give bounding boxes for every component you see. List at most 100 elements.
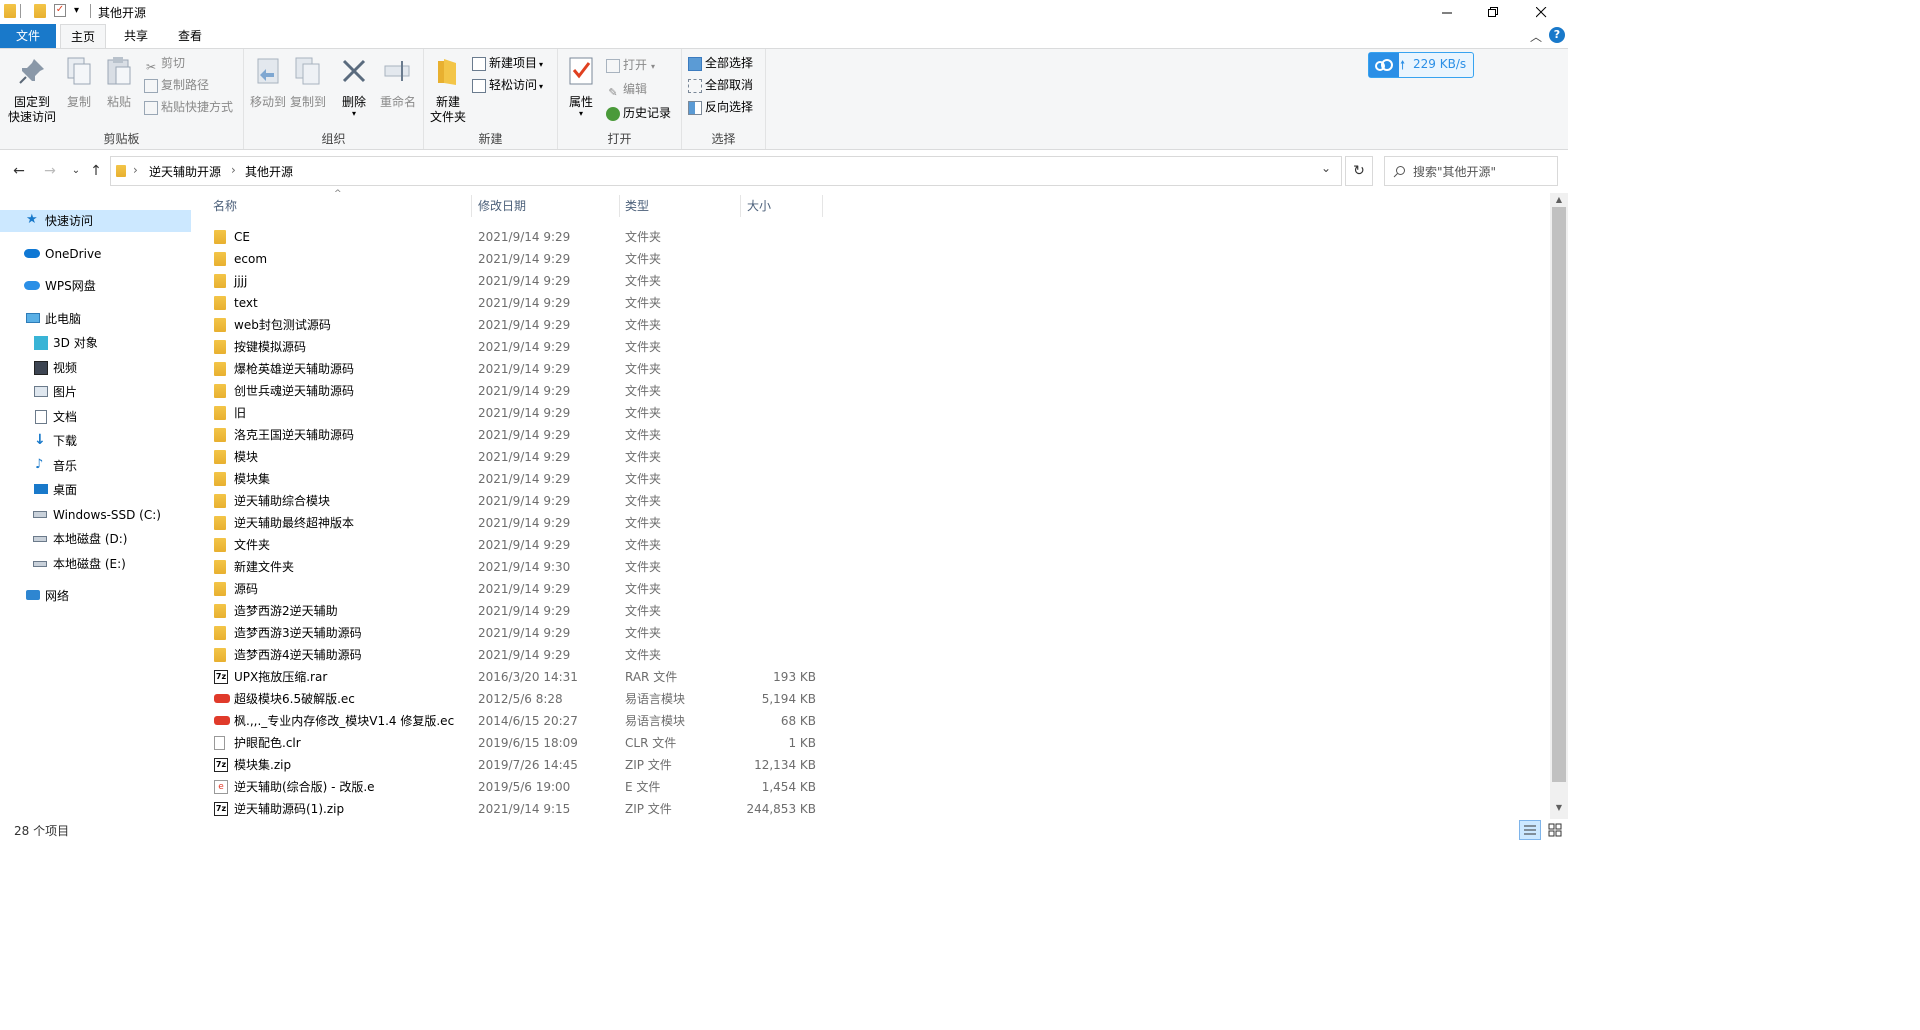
file-row[interactable]: text 2021/9/14 9:29 文件夹: [200, 292, 830, 314]
search-box[interactable]: [1384, 156, 1558, 186]
open-button[interactable]: 打开 ▾: [606, 55, 655, 75]
paste-button[interactable]: 粘贴: [102, 53, 136, 110]
tab-share[interactable]: 共享: [112, 24, 160, 48]
nav-item-network[interactable]: 网络: [0, 585, 191, 607]
file-row[interactable]: jjjj 2021/9/14 9:29 文件夹: [200, 270, 830, 292]
up-button[interactable]: ↑: [86, 161, 106, 181]
column-divider[interactable]: [740, 195, 741, 217]
column-divider[interactable]: [471, 195, 472, 217]
pin-quick-access-button[interactable]: 固定到 快速访问: [4, 53, 60, 125]
new-folder-button[interactable]: 新建 文件夹: [426, 53, 470, 125]
tab-file[interactable]: 文件: [0, 24, 56, 48]
file-row[interactable]: 文件夹 2021/9/14 9:29 文件夹: [200, 534, 830, 556]
file-row[interactable]: 造梦西游3逆天辅助源码 2021/9/14 9:29 文件夹: [200, 622, 830, 644]
help-icon[interactable]: ?: [1549, 27, 1565, 43]
network-speed-widget[interactable]: 🠕 229 KB/s: [1368, 52, 1474, 78]
column-header-size[interactable]: 大小: [747, 195, 817, 217]
file-row[interactable]: 模块 2021/9/14 9:29 文件夹: [200, 446, 830, 468]
edit-button[interactable]: ✎ 编辑: [606, 79, 647, 99]
nav-item-desktop[interactable]: 桌面: [0, 479, 191, 501]
file-row[interactable]: 爆枪英雄逆天辅助源码 2021/9/14 9:29 文件夹: [200, 358, 830, 380]
select-all-button[interactable]: 全部选择: [688, 53, 753, 73]
file-row[interactable]: 造梦西游4逆天辅助源码 2021/9/14 9:29 文件夹: [200, 644, 830, 666]
minimize-button[interactable]: [1424, 0, 1470, 24]
search-input[interactable]: [1411, 161, 1555, 183]
properties-qat-icon[interactable]: ✓: [54, 4, 66, 17]
easy-access-button[interactable]: 轻松访问 ▾: [472, 75, 543, 95]
nav-item-music[interactable]: ♪ 音乐: [0, 455, 191, 477]
nav-item-downloads[interactable]: ↓ 下载: [0, 430, 191, 452]
copy-to-icon: [295, 57, 320, 85]
recent-locations-button[interactable]: ⌄: [66, 161, 86, 181]
nav-item-documents[interactable]: 文档: [0, 406, 191, 428]
nav-item-onedrive[interactable]: OneDrive: [0, 243, 191, 265]
nav-item-drive-c[interactable]: Windows-SSD (C:): [0, 504, 191, 526]
rename-button[interactable]: 重命名: [376, 53, 420, 110]
cut-button[interactable]: ✂ 剪切: [144, 53, 185, 74]
file-row[interactable]: e 逆天辅助(综合版) - 改版.e 2019/5/6 19:00 E 文件 1,454…: [200, 776, 830, 798]
address-dropdown-icon[interactable]: ⌄: [1321, 161, 1331, 175]
file-row[interactable]: 按键模拟源码 2021/9/14 9:29 文件夹: [200, 336, 830, 358]
restore-button[interactable]: [1470, 0, 1516, 24]
address-bar[interactable]: › 逆天辅助开源 › 其他开源 ⌄: [110, 156, 1342, 186]
scroll-down-icon[interactable]: ▼: [1550, 801, 1568, 815]
file-row[interactable]: 洛克王国逆天辅助源码 2021/9/14 9:29 文件夹: [200, 424, 830, 446]
file-row[interactable]: 逆天辅助最终超神版本 2021/9/14 9:29 文件夹: [200, 512, 830, 534]
nav-item-pictures[interactable]: 图片: [0, 381, 191, 403]
file-row[interactable]: 旧 2021/9/14 9:29 文件夹: [200, 402, 830, 424]
move-to-button[interactable]: 移动到: [248, 53, 288, 110]
file-row[interactable]: 模块集 2021/9/14 9:29 文件夹: [200, 468, 830, 490]
nav-item-wps[interactable]: WPS网盘: [0, 275, 191, 297]
forward-button[interactable]: →: [40, 161, 60, 181]
tab-home[interactable]: 主页: [60, 24, 106, 48]
nav-item-videos[interactable]: 视频: [0, 357, 191, 379]
file-row[interactable]: 枫.,,._专业内存修改_模块V1.4 修复版.ec 2014/6/15 20:2…: [200, 710, 830, 732]
copy-to-button[interactable]: 复制到: [288, 53, 328, 110]
copy-path-button[interactable]: 复制路径: [144, 75, 209, 95]
file-row[interactable]: CE 2021/9/14 9:29 文件夹: [200, 226, 830, 248]
column-header-date[interactable]: 修改日期: [478, 195, 618, 217]
file-row[interactable]: 7z UPX拖放压缩.rar 2016/3/20 14:31 RAR 文件 193 KB: [200, 666, 830, 688]
details-view-button[interactable]: [1519, 820, 1541, 840]
qat-dropdown-icon[interactable]: ▾: [74, 5, 79, 16]
breadcrumb-item[interactable]: 其他开源: [245, 163, 293, 180]
scroll-up-icon[interactable]: ▲: [1550, 193, 1568, 207]
nav-item-drive-e[interactable]: 本地磁盘 (E:): [0, 553, 191, 575]
properties-button[interactable]: 属性 ▾: [564, 53, 598, 118]
file-row[interactable]: 创世兵魂逆天辅助源码 2021/9/14 9:29 文件夹: [200, 380, 830, 402]
close-button[interactable]: [1518, 0, 1564, 24]
file-row[interactable]: 7z 逆天辅助源码(1).zip 2021/9/14 9:15 ZIP 文件 244,8…: [200, 798, 830, 820]
history-button[interactable]: 历史记录: [606, 103, 671, 123]
nav-item-quick-access[interactable]: ★ 快速访问: [0, 210, 191, 232]
refresh-button[interactable]: ↻: [1345, 156, 1373, 186]
nav-item-drive-d[interactable]: 本地磁盘 (D:): [0, 528, 191, 550]
file-row[interactable]: 超级模块6.5破解版.ec 2012/5/6 8:28 易语言模块 5,194 KB: [200, 688, 830, 710]
tab-view[interactable]: 查看: [166, 24, 214, 48]
file-row[interactable]: 新建文件夹 2021/9/14 9:30 文件夹: [200, 556, 830, 578]
file-row[interactable]: web封包测试源码 2021/9/14 9:29 文件夹: [200, 314, 830, 336]
breadcrumb-item[interactable]: 逆天辅助开源: [149, 163, 221, 180]
file-row[interactable]: 源码 2021/9/14 9:29 文件夹: [200, 578, 830, 600]
large-icons-view-button[interactable]: [1545, 820, 1565, 840]
back-button[interactable]: ←: [9, 161, 29, 181]
nav-item-3d-objects[interactable]: 3D 对象: [0, 332, 191, 354]
select-none-button[interactable]: 全部取消: [688, 75, 753, 95]
file-row[interactable]: ecom 2021/9/14 9:29 文件夹: [200, 248, 830, 270]
file-row[interactable]: 护眼配色.clr 2019/6/15 18:09 CLR 文件 1 KB: [200, 732, 830, 754]
delete-button[interactable]: 删除 ▾: [336, 53, 372, 118]
copy-button[interactable]: 复制: [62, 53, 96, 110]
new-item-button[interactable]: 新建项目 ▾: [472, 53, 543, 73]
file-row[interactable]: 造梦西游2逆天辅助 2021/9/14 9:29 文件夹: [200, 600, 830, 622]
collapse-ribbon-icon[interactable]: ︿: [1530, 28, 1542, 45]
nav-item-this-pc[interactable]: 此电脑: [0, 308, 191, 330]
column-divider[interactable]: [822, 195, 823, 217]
vertical-scrollbar[interactable]: ▲ ▼: [1550, 193, 1568, 819]
scrollbar-thumb[interactable]: [1552, 207, 1566, 782]
invert-selection-button[interactable]: 反向选择: [688, 97, 753, 117]
paste-shortcut-button[interactable]: 粘贴快捷方式: [144, 97, 233, 117]
column-divider[interactable]: [619, 195, 620, 217]
file-row[interactable]: 逆天辅助综合模块 2021/9/14 9:29 文件夹: [200, 490, 830, 512]
new-folder-qat-icon[interactable]: [34, 4, 46, 18]
column-header-type[interactable]: 类型: [625, 195, 735, 217]
file-row[interactable]: 7z 模块集.zip 2019/7/26 14:45 ZIP 文件 12,134 KB: [200, 754, 830, 776]
